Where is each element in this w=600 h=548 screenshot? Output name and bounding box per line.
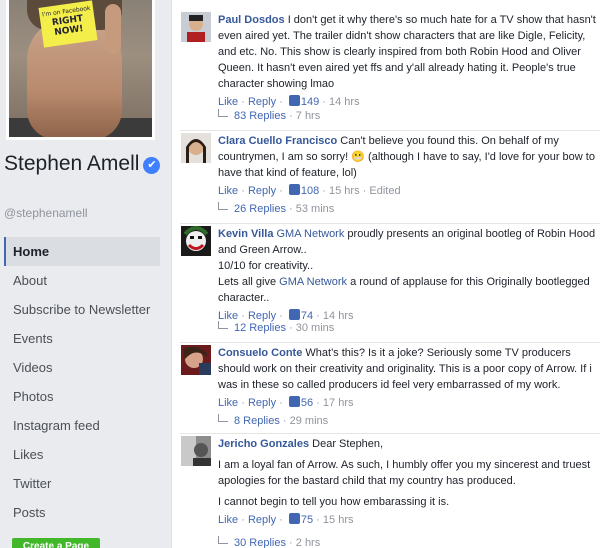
- profile-photo[interactable]: I'm on Facebook RIGHT NOW!: [6, 0, 155, 140]
- comment-author[interactable]: Kevin Villa: [218, 228, 273, 240]
- reply-arrow-icon: [218, 109, 228, 117]
- thread-divider: [180, 223, 600, 224]
- like-link[interactable]: Like: [218, 397, 238, 409]
- comment-text: Dear Stephen,: [312, 438, 384, 450]
- comment-author[interactable]: Jericho Gonzales: [218, 438, 309, 450]
- grimace-emoji-icon: 😬: [351, 151, 365, 163]
- mention-link[interactable]: GMA Network: [277, 228, 345, 240]
- comment-time[interactable]: 17 hrs: [323, 397, 354, 409]
- page-name[interactable]: Stephen Amell ✔: [4, 152, 164, 176]
- comment-author[interactable]: Clara Cuello Francisco: [218, 135, 337, 147]
- replies-time: 30 mins: [295, 322, 335, 334]
- avatar[interactable]: [181, 226, 211, 256]
- comment-actions: Like · Reply · 108 · 15 hrs · Edited: [218, 184, 401, 197]
- thumbs-up-icon: [288, 396, 300, 407]
- comment-time[interactable]: 15 hrs: [329, 185, 360, 197]
- comment: Paul Dosdos I don't get it why there's s…: [218, 12, 600, 110]
- replies-count[interactable]: 30 Replies: [234, 537, 286, 548]
- reply-link[interactable]: Reply: [248, 185, 276, 197]
- nav-item-about[interactable]: About: [4, 266, 160, 295]
- page-username[interactable]: @stephenamell: [4, 206, 88, 220]
- like-link[interactable]: Like: [218, 96, 238, 108]
- comment-text: Lets all give: [218, 276, 277, 288]
- like-count[interactable]: 56: [301, 397, 313, 409]
- comment: Clara Cuello Francisco Can't believe you…: [218, 133, 600, 199]
- reply-arrow-icon: [218, 536, 228, 544]
- thread-divider: [180, 342, 600, 343]
- create-page-button[interactable]: Create a Page: [12, 538, 100, 548]
- verified-badge-icon: ✔: [143, 157, 161, 174]
- like-count[interactable]: 108: [301, 185, 319, 197]
- replies-time: 7 hrs: [295, 110, 321, 122]
- comment-time[interactable]: 15 hrs: [323, 514, 354, 526]
- like-link[interactable]: Like: [218, 185, 238, 197]
- nav-item-twitter[interactable]: Twitter: [4, 469, 160, 498]
- like-count[interactable]: 75: [301, 514, 313, 526]
- avatar[interactable]: [181, 436, 211, 466]
- like-link[interactable]: Like: [218, 514, 238, 526]
- replies-time: 2 hrs: [295, 537, 321, 548]
- comment: Jericho Gonzales Dear Stephen, I am a lo…: [218, 436, 600, 528]
- comment-text: 10/10 for creativity..: [218, 260, 314, 272]
- replies-count[interactable]: 83 Replies: [234, 110, 286, 122]
- avatar[interactable]: [181, 133, 211, 163]
- photo-finger: [105, 4, 121, 54]
- view-replies-link[interactable]: 12 Replies · 30 mins: [218, 320, 334, 336]
- sticky-note: I'm on Facebook RIGHT NOW!: [38, 0, 98, 48]
- comment-actions: Like · Reply · 75 · 15 hrs: [218, 513, 354, 526]
- like-count[interactable]: 149: [301, 96, 319, 108]
- comment-text: I cannot begin to tell you how embarassi…: [218, 496, 450, 508]
- avatar[interactable]: [181, 12, 211, 42]
- edited-label[interactable]: Edited: [369, 185, 400, 197]
- nav-item-instagram[interactable]: Instagram feed: [4, 411, 160, 440]
- reply-link[interactable]: Reply: [248, 397, 276, 409]
- view-replies-link[interactable]: 8 Replies · 29 mins: [218, 413, 328, 429]
- comment-actions: Like · Reply · 56 · 17 hrs: [218, 396, 354, 409]
- nav-item-subscribe[interactable]: Subscribe to Newsletter: [4, 295, 160, 324]
- reply-arrow-icon: [218, 414, 228, 422]
- nav-item-videos[interactable]: Videos: [4, 353, 160, 382]
- comments-panel: Paul Dosdos I don't get it why there's s…: [171, 0, 600, 548]
- avatar[interactable]: [181, 345, 211, 375]
- comment: Kevin Villa GMA Network proudly presents…: [218, 226, 600, 324]
- thumbs-up-icon: [288, 184, 300, 195]
- replies-count[interactable]: 8 Replies: [234, 415, 280, 427]
- reply-arrow-icon: [218, 202, 228, 210]
- page-name-text[interactable]: Stephen Amell: [4, 152, 139, 175]
- nav-item-posts[interactable]: Posts: [4, 498, 160, 527]
- replies-time: 29 mins: [289, 415, 329, 427]
- replies-count[interactable]: 12 Replies: [234, 322, 286, 334]
- nav-item-home[interactable]: Home: [4, 237, 160, 266]
- nav-item-events[interactable]: Events: [4, 324, 160, 353]
- page-nav: Home About Subscribe to Newsletter Event…: [4, 237, 160, 527]
- thumbs-up-icon: [288, 95, 300, 106]
- view-replies-link[interactable]: 83 Replies · 7 hrs: [218, 108, 320, 124]
- comment-text: proudly presents an original bootleg of …: [218, 228, 596, 256]
- reply-link[interactable]: Reply: [248, 514, 276, 526]
- reply-link[interactable]: Reply: [248, 96, 276, 108]
- nav-item-photos[interactable]: Photos: [4, 382, 160, 411]
- thumbs-up-icon: [288, 309, 300, 320]
- comment-time[interactable]: 14 hrs: [329, 96, 360, 108]
- left-sidebar: I'm on Facebook RIGHT NOW! Stephen Amell…: [0, 0, 171, 548]
- reply-arrow-icon: [218, 321, 228, 329]
- replies-count[interactable]: 26 Replies: [234, 203, 286, 215]
- comment-author[interactable]: Paul Dosdos: [218, 14, 285, 26]
- thread-divider: [180, 130, 600, 131]
- thumbs-up-icon: [288, 513, 300, 524]
- comment-author[interactable]: Consuelo Conte: [218, 347, 302, 359]
- comment-text: I am a loyal fan of Arrow. As such, I hu…: [218, 459, 591, 487]
- view-replies-link[interactable]: 26 Replies · 53 mins: [218, 201, 334, 217]
- comment: Consuelo Conte What's this? Is it a joke…: [218, 345, 600, 411]
- replies-time: 53 mins: [295, 203, 335, 215]
- thread-divider: [180, 433, 600, 434]
- view-replies-link[interactable]: 30 Replies · 2 hrs: [218, 535, 320, 548]
- nav-item-likes[interactable]: Likes: [4, 440, 160, 469]
- mention-link[interactable]: GMA Network: [279, 276, 347, 288]
